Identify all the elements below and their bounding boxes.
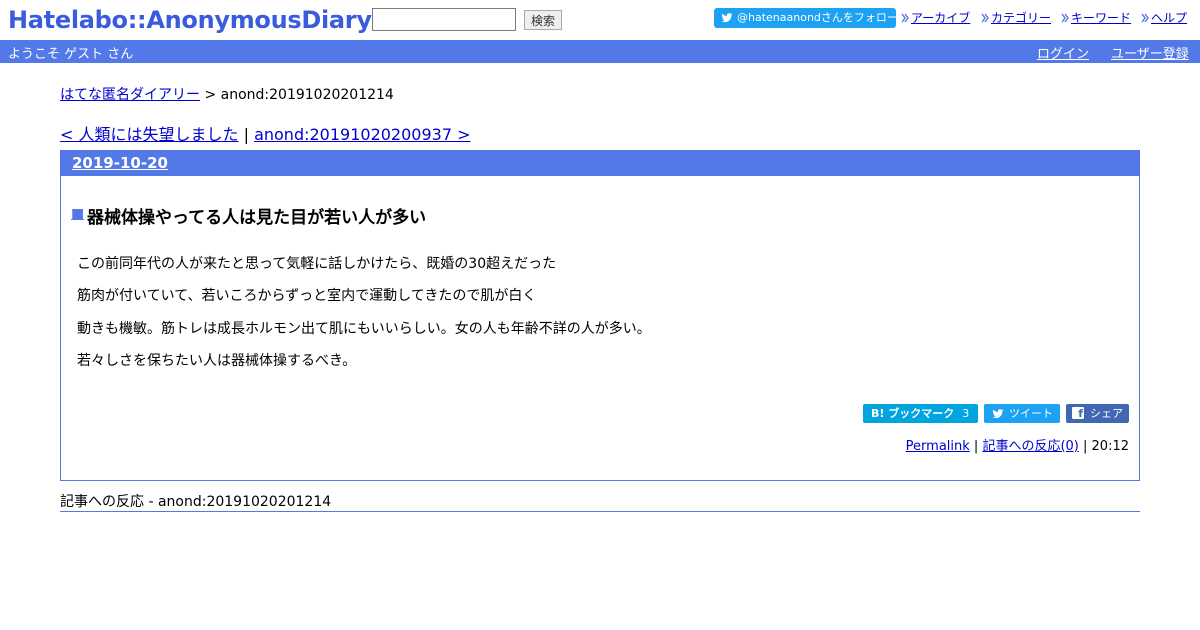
entry-nav-separator: | [238,125,255,144]
day-date-link[interactable]: 2019-10-20 [72,154,168,172]
welcome-text: ようこそ ゲスト さん [8,47,134,62]
nav-category-label: カテゴリー [991,11,1052,25]
signup-link[interactable]: ユーザー登録 [1111,43,1189,62]
nav-arrow-icon [981,13,989,23]
search-button[interactable]: 検索 [524,10,562,30]
facebook-icon: f [1072,407,1084,420]
twitter-follow-button[interactable]: @hatenaanondさんをフォロー [714,8,898,28]
bookmark-count: 3 [962,407,970,420]
day-header: 2019-10-20 [61,151,1139,176]
nav-keyword-label: キーワード [1071,11,1132,25]
nav-arrow-icon [1141,13,1149,23]
next-entry-link[interactable]: anond:20191020200937 > [254,125,470,144]
nav-archive-link[interactable]: アーカイブ [901,10,971,26]
twitter-icon [721,13,733,23]
twitter-icon [992,409,1004,419]
tweet-label: ツイート [1009,407,1053,420]
nav-keyword-link[interactable]: キーワード [1061,10,1132,26]
body-paragraph: 筋肉が付いていて、若いころからずっと室内で運動してきたので肌が白く [77,288,537,304]
entry-navigation: < 人類には失望しました | anond:20191020200937 > [60,121,471,145]
breadcrumb-current: anond:20191020201214 [220,87,394,103]
tweet-button[interactable]: ツイート [984,404,1060,423]
user-bar: ようこそ ゲスト さん ログイン ユーザー登録 [0,40,1200,63]
nav-category-link[interactable]: カテゴリー [981,10,1052,26]
entry-footer: Permalink | 記事への反応(0) | 20:12 [906,435,1129,454]
body-paragraph: 若々しさを保ちたい人は器械体操するべき。 [77,353,357,369]
reactions-link[interactable]: 記事への反応(0) [982,439,1078,454]
day-entry: 2019-10-20 ■ 器械体操やってる人は見た目が若い人が多い この前同年代… [60,150,1140,481]
nav-arrow-icon [1061,13,1069,23]
breadcrumb: はてな匿名ダイアリー > anond:20191020201214 [60,84,394,104]
nav-archive-label: アーカイブ [911,11,971,25]
hatena-bookmark-button[interactable]: B! ブックマーク 3 [863,404,978,423]
search-input[interactable] [372,8,516,31]
prev-entry-link[interactable]: < 人類には失望しました [60,125,239,144]
section-permalink-mark[interactable]: ■ [71,206,84,222]
entry-time: 20:12 [1091,439,1129,454]
entry-title: 器械体操やってる人は見た目が若い人が多い [87,208,427,228]
body-paragraph: この前同年代の人が来たと思って気軽に話しかけたら、既婚の30超えだった [77,256,557,272]
reactions-section-header: 記事への反応 - anond:20191020201214 [60,491,1140,512]
nav-arrow-icon [901,13,909,23]
nav-help-link[interactable]: ヘルプ [1141,10,1188,26]
breadcrumb-home-link[interactable]: はてな匿名ダイアリー [60,87,200,103]
permalink-link[interactable]: Permalink [906,439,970,454]
follow-label: @hatenaanondさんをフォロー [737,11,898,24]
body-paragraph: 動きも機敏。筋トレは成長ホルモン出て肌にもいいらしい。女の人も年齢不詳の人が多い… [77,321,651,337]
login-link[interactable]: ログイン [1037,43,1089,62]
site-logo[interactable]: Hatelabo::AnonymousDiary [8,5,372,35]
bookmark-label: B! ブックマーク [871,407,955,420]
breadcrumb-separator: > [200,87,221,103]
facebook-share-button[interactable]: f シェア [1066,404,1129,423]
footer-separator: | [969,439,983,454]
share-label: シェア [1090,407,1123,420]
footer-separator: | [1078,439,1092,454]
nav-help-label: ヘルプ [1151,11,1188,25]
site-header: Hatelabo::AnonymousDiary 検索 @hatenaanond… [0,0,1200,40]
